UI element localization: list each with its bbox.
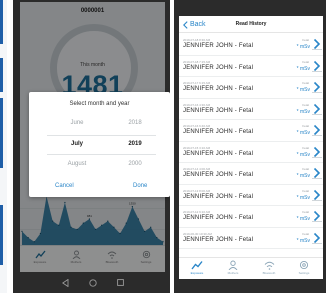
- reading-value: * mSv: [296, 87, 310, 93]
- chart-line-icon: [191, 261, 203, 270]
- android-system-bar: [20, 272, 165, 293]
- reading-timestamp: 2019-07-18 8:30 AM: [183, 38, 211, 42]
- list-item[interactable]: 2019-07-18 8:30 AM JENNIFER JOHN - Fetal…: [179, 34, 323, 56]
- reading-name: JENNIFER JOHN - Fetal: [183, 172, 254, 178]
- reading-category: Fetal: [302, 167, 309, 171]
- reading-category: Fetal: [302, 210, 309, 214]
- reading-category: Fetal: [302, 188, 309, 193]
- reading-underline: [312, 49, 322, 50]
- list-item[interactable]: 2019-07-12 9:10 AM JENNIFER JOHN - Fetal…: [179, 206, 323, 228]
- picker-year-next[interactable]: 2000: [115, 161, 155, 167]
- reading-list: 2019-07-18 8:30 AM JENNIFER JOHN - Fetal…: [179, 34, 323, 249]
- reading-timestamp: 2019-07-16 6:40 AM: [183, 124, 211, 128]
- reading-value: * mSv: [296, 65, 310, 72]
- list-item[interactable]: 2019-07-16 6:40 AM JENNIFER JOHN - Fetal…: [179, 120, 323, 142]
- recents-square-icon[interactable]: [117, 279, 124, 286]
- reading-value: * mSv: [296, 216, 310, 222]
- back-triangle-icon[interactable]: [62, 279, 69, 287]
- tab-settings[interactable]: Settings: [289, 260, 319, 275]
- reading-name: JENNIFER JOHN - Fetal: [183, 107, 254, 114]
- picker-month-selected[interactable]: July: [47, 141, 107, 147]
- tab-exposure-label: Exposure: [190, 271, 204, 275]
- reading-name: JENNIFER JOHN - Fetal: [183, 129, 254, 135]
- reading-category: Fetal: [302, 59, 309, 64]
- picker-month-next[interactable]: August: [47, 161, 107, 167]
- reading-timestamp: 2019-07-15 3:10 AM: [183, 145, 211, 150]
- read-history-screen: Back Read History 2019-07-18 8:30 AM JEN…: [179, 16, 323, 279]
- reading-timestamp: 2019-07-16 4:30 AM: [183, 102, 211, 107]
- reading-timestamp: 2019-07-13 8:00 AM: [183, 188, 211, 193]
- wifi-icon: [264, 261, 274, 270]
- reading-category: Fetal: [302, 81, 309, 85]
- list-item[interactable]: 2019-07-18 7:15 AM JENNIFER JOHN - Fetal…: [179, 56, 323, 77]
- reading-name: JENNIFER JOHN - Fetal: [183, 86, 254, 92]
- picker-divider-bottom: [47, 154, 156, 155]
- reading-timestamp: 2019-06-30 10:30 AM: [183, 231, 212, 236]
- reading-name: JENNIFER JOHN - Fetal: [183, 64, 254, 71]
- reading-underline: [312, 156, 322, 158]
- list-item[interactable]: 2019-07-15 3:10 AM JENNIFER JOHN - Fetal…: [179, 142, 323, 163]
- reading-timestamp: 2019-07-17 6:15 AM: [183, 81, 211, 85]
- list-item[interactable]: 2019-07-13 8:00 AM JENNIFER JOHN - Fetal…: [179, 185, 323, 206]
- reading-name: JENNIFER JOHN - Fetal: [183, 150, 254, 157]
- tab-settings-label: Settings: [298, 271, 310, 275]
- reading-timestamp: 2019-07-12 9:10 AM: [183, 210, 211, 214]
- picker-row-prev[interactable]: June 2018: [29, 120, 170, 132]
- month-year-picker-dialog: Select month and year June 2018 July 201…: [29, 92, 170, 197]
- picker-row-next[interactable]: August 2000: [29, 161, 170, 173]
- reading-name: JENNIFER JOHN - Fetal: [183, 215, 254, 221]
- reading-underline: [312, 92, 322, 93]
- reading-value: * mSv: [296, 108, 310, 115]
- gear-icon: [299, 260, 309, 270]
- reading-category: Fetal: [302, 124, 309, 128]
- picker-year-selected[interactable]: 2019: [115, 141, 155, 147]
- reading-underline: [312, 199, 322, 201]
- reading-category: Fetal: [302, 102, 309, 107]
- reading-name: JENNIFER JOHN - Fetal: [183, 193, 254, 200]
- reading-name: JENNIFER JOHN - Fetal: [183, 236, 254, 243]
- list-item[interactable]: 2019-06-30 10:30 AM JENNIFER JOHN - Feta…: [179, 228, 323, 249]
- reading-category: Fetal: [302, 145, 309, 150]
- reading-underline: [312, 113, 322, 115]
- tab-mothers-label: Mothers: [227, 271, 239, 275]
- done-button[interactable]: Done: [133, 183, 147, 189]
- reading-value: * mSv: [296, 151, 310, 158]
- list-item[interactable]: 2019-07-16 4:30 AM JENNIFER JOHN - Fetal…: [179, 99, 323, 120]
- reading-value: * mSv: [296, 194, 310, 201]
- reading-timestamp: 2019-07-14 4:00 AM: [183, 167, 211, 171]
- picker-month-prev[interactable]: June: [47, 120, 107, 126]
- reading-underline: [312, 242, 322, 244]
- picker-divider-top: [47, 135, 156, 136]
- reading-value: * mSv: [296, 44, 310, 50]
- tab-mothers[interactable]: Mothers: [218, 260, 248, 275]
- reading-underline: [312, 178, 322, 179]
- picker-year-prev[interactable]: 2018: [115, 120, 155, 126]
- home-circle-icon[interactable]: [89, 279, 97, 287]
- reading-timestamp: 2019-07-18 7:15 AM: [183, 59, 211, 64]
- bottom-tab-bar: Exposure Mothers Bluetooth Settings: [179, 257, 323, 279]
- cancel-button[interactable]: Cancel: [55, 183, 74, 189]
- right-phone-frame: Back Read History 2019-07-18 8:30 AM JEN…: [174, 0, 326, 293]
- reading-name: JENNIFER JOHN - Fetal: [183, 43, 254, 49]
- picker-title: Select month and year: [69, 101, 130, 107]
- reading-underline: [312, 70, 322, 72]
- reading-category: Fetal: [302, 38, 309, 42]
- person-icon: [228, 260, 238, 270]
- list-item[interactable]: 2019-07-17 6:15 AM JENNIFER JOHN - Fetal…: [179, 77, 323, 99]
- left-phone-frame: 0000001 This month 1481 mSv 14839811350 …: [13, 0, 170, 293]
- reading-value: * mSv: [296, 173, 310, 179]
- picker-row-selected[interactable]: July 2019: [29, 141, 170, 153]
- tab-bluetooth[interactable]: Bluetooth: [254, 260, 284, 275]
- page-title: Read History: [235, 21, 267, 27]
- reading-value: * mSv: [296, 237, 310, 244]
- nav-header: Back Read History: [179, 16, 323, 33]
- list-item[interactable]: 2019-07-14 4:00 AM JENNIFER JOHN - Fetal…: [179, 163, 323, 185]
- tab-bluetooth-label: Bluetooth: [262, 271, 276, 275]
- reading-underline: [312, 135, 322, 136]
- reading-underline: [312, 221, 322, 222]
- reading-value: * mSv: [296, 130, 310, 136]
- tab-exposure[interactable]: Exposure: [182, 260, 212, 275]
- left-edge-strip: [0, 0, 7, 293]
- reading-category: Fetal: [302, 231, 309, 236]
